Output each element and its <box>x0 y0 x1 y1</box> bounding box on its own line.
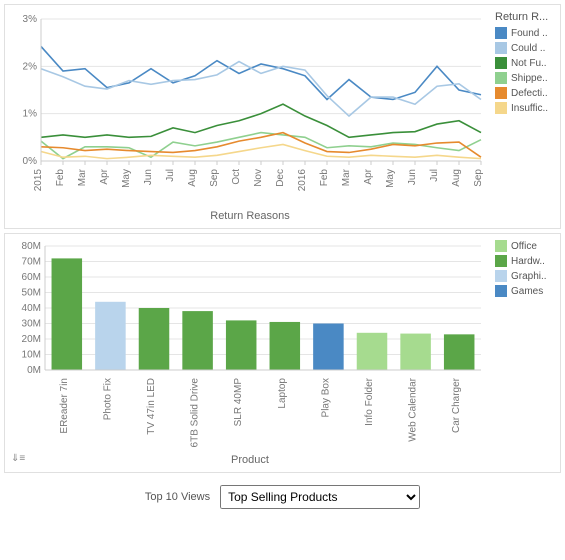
legend-item[interactable]: Could .. <box>495 42 554 54</box>
bar[interactable] <box>139 308 170 370</box>
svg-text:Jul: Jul <box>165 169 176 182</box>
bar[interactable] <box>444 334 475 370</box>
svg-text:Oct: Oct <box>231 169 242 185</box>
bar[interactable] <box>95 302 126 370</box>
bar[interactable] <box>52 258 83 370</box>
svg-text:1%: 1% <box>23 109 38 120</box>
svg-text:3%: 3% <box>23 14 38 25</box>
svg-text:Feb: Feb <box>55 169 66 187</box>
bar[interactable] <box>313 324 344 371</box>
legend-title: Return R... <box>495 11 554 23</box>
svg-text:6TB Solid Drive: 6TB Solid Drive <box>190 378 201 448</box>
svg-text:2016: 2016 <box>297 169 308 192</box>
svg-text:Jun: Jun <box>143 169 154 185</box>
legend-item[interactable]: Hardw.. <box>495 255 554 267</box>
bar[interactable] <box>182 311 213 370</box>
svg-text:0%: 0% <box>23 156 38 167</box>
svg-text:Web Calendar: Web Calendar <box>408 377 419 441</box>
svg-text:Info Folder: Info Folder <box>364 377 375 425</box>
legend-item[interactable]: Defecti.. <box>495 87 554 99</box>
download-icon[interactable]: ⇓≡ <box>11 453 25 464</box>
svg-text:50M: 50M <box>22 288 41 299</box>
svg-text:Play Box: Play Box <box>320 378 331 417</box>
svg-text:Sep: Sep <box>209 169 220 187</box>
view-selector[interactable]: Top Selling Products <box>220 485 420 509</box>
svg-text:20M: 20M <box>22 334 41 345</box>
return-reasons-chart: 0% 1% 2% 3% 2015 Feb Mar Apr May Jun Jul Aug Sep Oct N… <box>4 4 561 229</box>
svg-text:Apr: Apr <box>363 168 374 184</box>
svg-text:May: May <box>121 169 132 188</box>
svg-text:May: May <box>385 169 396 188</box>
bar[interactable] <box>400 334 431 370</box>
legend-item[interactable]: Office <box>495 240 554 252</box>
svg-text:Laptop: Laptop <box>277 378 288 409</box>
svg-text:60M: 60M <box>22 272 41 283</box>
top-products-chart: 0M 10M 20M 30M 40M 50M 60M 70M 80M EReader 7in Pho… <box>4 233 561 473</box>
svg-text:SLR 40MP: SLR 40MP <box>233 378 244 427</box>
svg-text:2%: 2% <box>23 61 38 72</box>
svg-text:Sep: Sep <box>473 169 484 187</box>
svg-text:Apr: Apr <box>99 168 110 184</box>
svg-text:Nov: Nov <box>253 169 264 187</box>
svg-text:Feb: Feb <box>319 169 330 187</box>
svg-text:Mar: Mar <box>77 168 88 186</box>
svg-text:Aug: Aug <box>451 169 462 187</box>
svg-text:Jul: Jul <box>429 169 440 182</box>
legend-item[interactable]: Graphi.. <box>495 270 554 282</box>
bar[interactable] <box>357 333 388 370</box>
svg-text:Car Charger: Car Charger <box>451 377 462 433</box>
legend-item[interactable]: Not Fu.. <box>495 57 554 69</box>
svg-text:Mar: Mar <box>341 168 352 186</box>
bar-chart-xlabel: Product <box>11 454 489 466</box>
view-selector-label: Top 10 Views <box>145 491 210 503</box>
legend-item[interactable]: Shippe.. <box>495 72 554 84</box>
svg-text:EReader 7in: EReader 7in <box>59 378 70 434</box>
svg-text:Jun: Jun <box>407 169 418 185</box>
svg-text:0M: 0M <box>27 365 41 376</box>
line-chart-xlabel: Return Reasons <box>11 210 489 222</box>
svg-text:TV 47in LED: TV 47in LED <box>146 378 157 435</box>
svg-text:2015: 2015 <box>33 169 44 192</box>
bar[interactable] <box>270 322 301 370</box>
svg-text:Photo Fix: Photo Fix <box>102 378 113 420</box>
svg-text:30M: 30M <box>22 319 41 330</box>
line-chart-plot: 0% 1% 2% 3% 2015 Feb Mar Apr May Jun Jul Aug Sep Oct N… <box>11 11 486 206</box>
svg-text:70M: 70M <box>22 257 41 268</box>
bar-chart-legend: Office Hardw.. Graphi.. Games <box>489 240 554 466</box>
legend-item[interactable]: Games <box>495 285 554 297</box>
bar[interactable] <box>226 320 257 370</box>
line-chart-legend: Return R... Found .. Could .. Not Fu.. Ship… <box>489 11 554 222</box>
svg-text:Dec: Dec <box>275 169 286 187</box>
svg-text:80M: 80M <box>22 241 41 252</box>
legend-item[interactable]: Insuffic.. <box>495 102 554 114</box>
legend-item[interactable]: Found .. <box>495 27 554 39</box>
svg-text:10M: 10M <box>22 350 41 361</box>
bar-chart-plot: 0M 10M 20M 30M 40M 50M 60M 70M 80M EReader 7in Pho… <box>11 240 486 450</box>
svg-text:40M: 40M <box>22 303 41 314</box>
footer-controls: Top 10 Views Top Selling Products <box>0 477 565 517</box>
svg-text:Aug: Aug <box>187 169 198 187</box>
